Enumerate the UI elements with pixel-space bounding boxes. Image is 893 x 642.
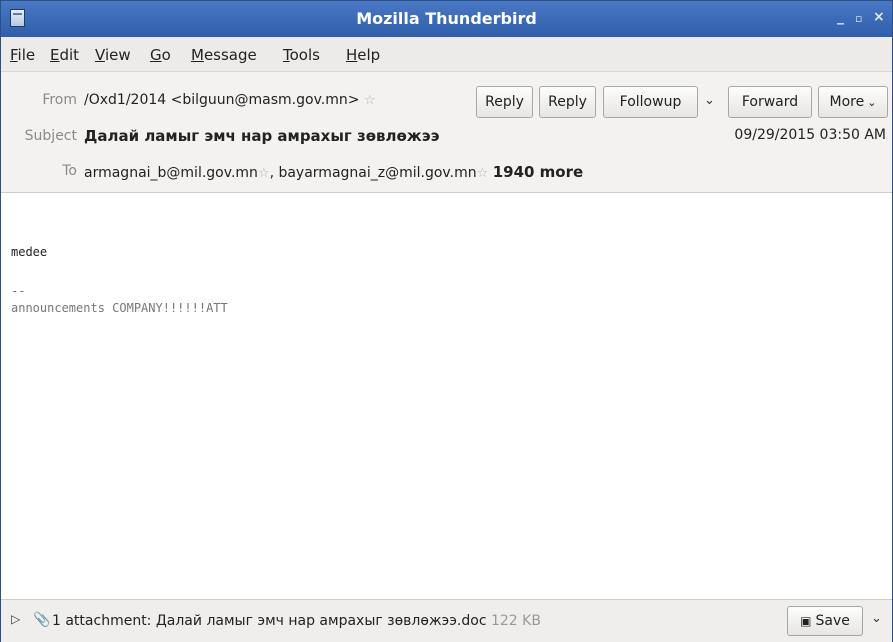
menu-tools-mnemonic: T [283,46,290,64]
from-value[interactable]: /Oxd1/2014 <bilguun@masm.gov.mn> ☆ [84,92,376,108]
menu-go-mnemonic: G [150,46,162,64]
to-value: armagnai_b@mil.gov.mn☆, bayarmagnai_z@mi… [84,163,583,181]
minimize-icon[interactable]: _ [837,9,844,25]
floppy-icon: ▣ [800,614,812,628]
from-address[interactable]: /Oxd1/2014 <bilguun@masm.gov.mn> [84,92,359,108]
menu-message-mnemonic: M [191,46,204,64]
followup-button[interactable]: Followup [603,86,698,118]
menu-view[interactable]: View [95,46,131,64]
save-label: Save [815,613,850,629]
body-text-line: medee [11,245,48,259]
subject-label: Subject [24,128,77,144]
chevron-down-icon: ⌄ [867,95,877,109]
recipient-separator: , [269,165,275,181]
menu-file[interactable]: File [10,46,35,64]
attachment-size: 122 KB [490,613,541,629]
subject-value: Далай ламыг эмч нар амрахыг зөвлөжээ [84,127,440,145]
message-body[interactable]: medee -- announcements COMPANY!!!!!!ATT [1,193,892,599]
save-button[interactable]: ▣ Save [787,606,863,636]
save-dropdown-icon[interactable]: ⌄ [871,611,882,626]
forward-button[interactable]: Forward [728,86,812,118]
to-recipient-2[interactable]: bayarmagnai_z@mil.gov.mn [278,165,476,181]
menu-message[interactable]: Message [191,46,257,64]
followup-dropdown-icon[interactable]: ⌄ [704,93,715,108]
star-icon[interactable]: ☆ [477,166,489,181]
more-button[interactable]: More ⌄ [818,86,888,118]
menu-tools[interactable]: Tools [283,46,320,64]
more-recipients-link[interactable]: 1940 more [493,163,583,181]
menu-help[interactable]: Help [346,46,380,64]
menu-help-mnemonic: H [346,46,358,64]
from-label: From [42,92,77,108]
menu-edit-mnemonic: E [50,46,60,64]
menu-file-mnemonic: F [10,46,18,64]
more-label: More [829,94,865,110]
star-icon[interactable]: ☆ [364,93,376,108]
star-icon[interactable]: ☆ [258,166,270,181]
window-title: Mozilla Thunderbird [356,9,537,28]
menu-go[interactable]: Go [150,46,171,64]
paperclip-icon: 📎 [33,612,51,628]
menu-view-mnemonic: V [95,46,105,64]
menubar: File Edit View Go Message Tools Help [1,37,892,72]
message-header: From /Oxd1/2014 <bilguun@masm.gov.mn> ☆ … [1,72,892,193]
reply-button[interactable]: Reply [476,86,533,118]
menu-edit[interactable]: Edit [50,46,79,64]
title-bar[interactable]: Mozilla Thunderbird _ ▫ × [1,1,892,37]
close-icon[interactable]: × [873,9,885,25]
maximize-icon[interactable]: ▫ [855,12,862,25]
message-date: 09/29/2015 03:50 AM [734,127,886,143]
reply-all-button[interactable]: Reply [539,86,596,118]
attachment-summary-text: 1 attachment: Далай ламыг эмч нар амрахы… [52,613,487,629]
signature-separator: -- [11,284,26,298]
attachment-summary[interactable]: 1 attachment: Далай ламыг эмч нар амрахы… [52,613,541,629]
to-recipient-1[interactable]: armagnai_b@mil.gov.mn [84,165,258,181]
to-label: To [62,163,77,179]
thunderbird-window: Mozilla Thunderbird _ ▫ × File Edit View… [0,0,893,642]
attachment-bar: ▷ 📎 1 attachment: Далай ламыг эмч нар ам… [1,599,892,642]
expand-triangle-icon[interactable]: ▷ [11,612,20,626]
signature-text: announcements COMPANY!!!!!!ATT [11,301,228,315]
